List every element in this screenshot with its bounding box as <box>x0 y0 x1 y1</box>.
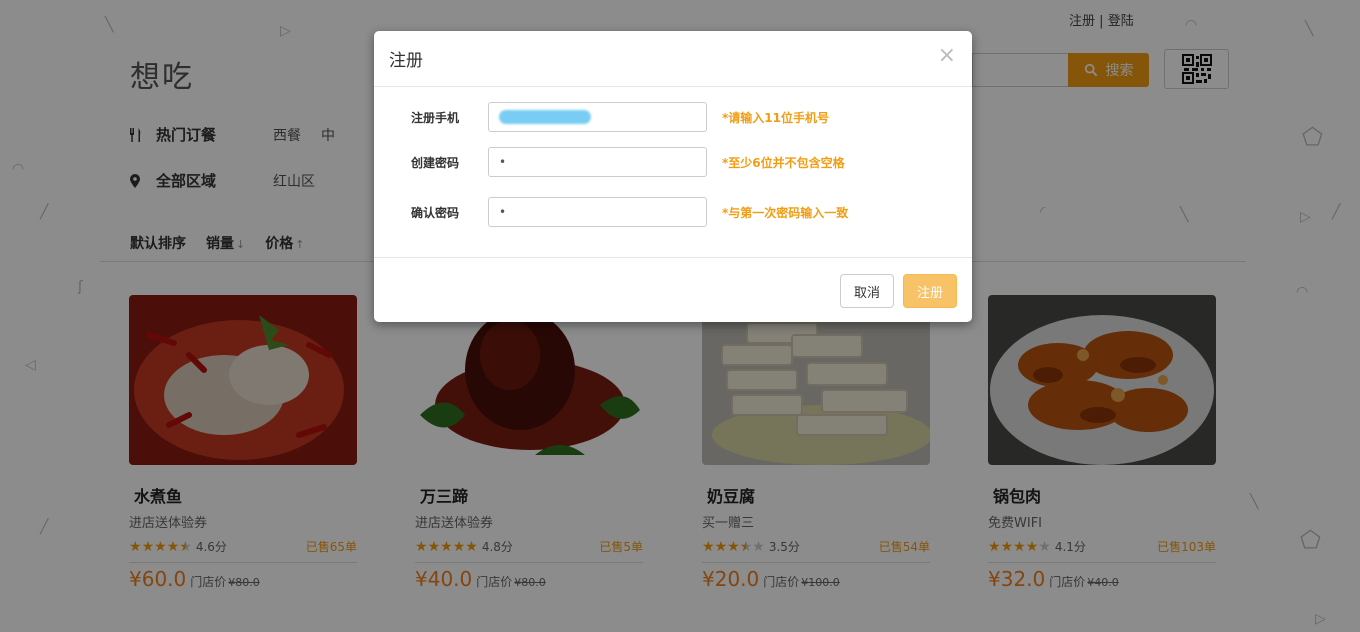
register-dialog: 注册 × 注册手机 *请输入11位手机号 创建密码 • *至少6位并不包含空格 … <box>374 31 972 322</box>
dialog-footer: 取消 注册 <box>374 257 972 322</box>
phone-row: 注册手机 *请输入11位手机号 <box>374 102 972 132</box>
phone-hint: *请输入11位手机号 <box>722 110 829 125</box>
confirm-password-label: 确认密码 <box>410 205 459 220</box>
redacted-phone <box>499 110 591 124</box>
phone-input[interactable] <box>488 102 707 132</box>
confirm-password-row: 确认密码 • *与第一次密码输入一致 <box>374 197 972 227</box>
dialog-title: 注册 <box>389 51 423 71</box>
register-button[interactable]: 注册 <box>903 274 957 308</box>
password-hint: *至少6位并不包含空格 <box>722 155 845 170</box>
close-icon[interactable]: × <box>938 45 956 67</box>
password-input[interactable]: • <box>488 147 707 177</box>
dialog-header: 注册 <box>374 31 972 87</box>
confirm-password-hint: *与第一次密码输入一致 <box>722 205 849 220</box>
password-row: 创建密码 • *至少6位并不包含空格 <box>374 147 972 177</box>
cancel-button[interactable]: 取消 <box>840 274 894 308</box>
password-label: 创建密码 <box>410 155 459 170</box>
confirm-password-input[interactable]: • <box>488 197 707 227</box>
phone-label: 注册手机 <box>410 110 459 125</box>
